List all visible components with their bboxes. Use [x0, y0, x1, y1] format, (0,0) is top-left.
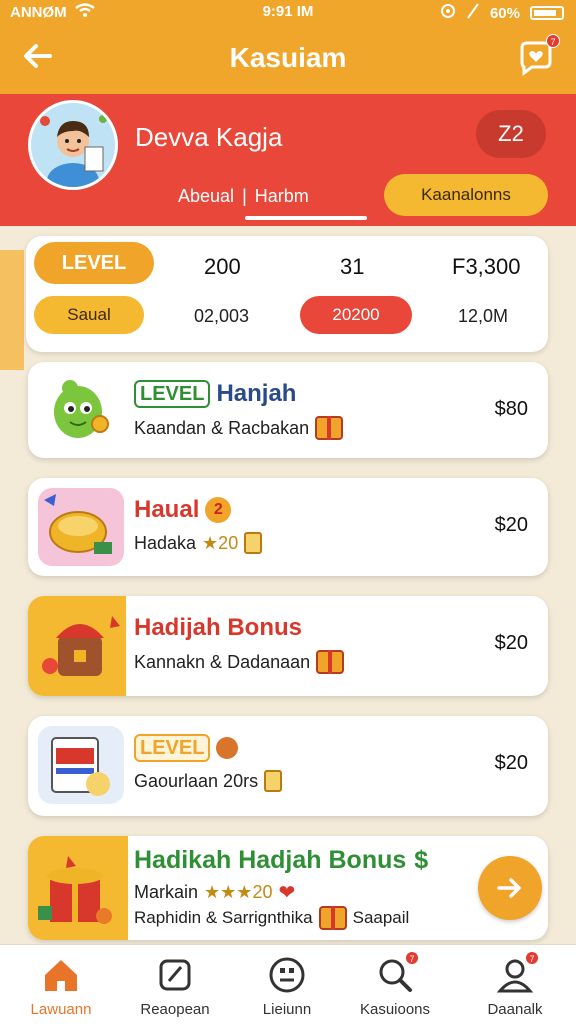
coin-icon — [264, 770, 283, 792]
tab-about[interactable]: Abeual — [178, 186, 234, 207]
featured-list-item[interactable]: Hadikah Hadjah Bonus $ Markain ★★★20 ❤ R… — [28, 836, 548, 940]
coin-icon — [216, 737, 239, 759]
item-title: Hadijah Bonus — [134, 614, 303, 641]
next-button[interactable] — [478, 856, 542, 920]
title-badge: 2 — [205, 497, 232, 523]
item-price: $20 — [494, 752, 528, 774]
nav-label: Lieiunn — [262, 1001, 312, 1018]
item-price: $20 — [494, 632, 528, 654]
level-tag: LEVEL — [134, 380, 211, 408]
profile-badge: 7 — [525, 951, 539, 965]
nav-search[interactable]: 7 Kasuioons — [340, 951, 450, 1018]
tab-harbm[interactable]: Harbm — [255, 186, 309, 207]
profile-name: Devva Kagja — [135, 122, 283, 152]
slot-machine-icon — [38, 726, 124, 804]
heart-icon: ❤ — [278, 882, 296, 904]
profile-icon: 7 — [495, 951, 539, 995]
treasure-icon — [38, 488, 124, 566]
avatar[interactable] — [28, 100, 118, 190]
location-icon — [440, 3, 456, 23]
highlight-pill[interactable]: 20200 — [300, 296, 412, 334]
item-title: Hadikah Hadjah Bonus — [134, 846, 407, 874]
nav-edit[interactable]: Reaopean — [120, 955, 230, 1018]
profile-tabs: Abeual | Harbm — [178, 186, 309, 207]
battery-icon — [530, 6, 564, 20]
green-monster-icon — [38, 372, 124, 450]
nav-label: Reaopean — [140, 1001, 210, 1018]
saual-pill[interactable]: Saual — [34, 296, 144, 334]
status-bar: ANNØM 9:91 IM 60% — [0, 0, 576, 24]
item-rating: ★20 — [202, 532, 239, 553]
page-title: Kasuiam — [229, 42, 347, 73]
gift-icon — [318, 906, 347, 930]
item-subtitle: Kaandan & Racbakan — [134, 417, 310, 438]
list-item[interactable]: LEVEL Hanjah Kaandan & Racbakan $80 — [28, 362, 548, 458]
profile-action-button[interactable]: Kaanalonns — [384, 174, 548, 216]
treasure-chest-icon — [28, 596, 126, 696]
gift-icon — [315, 416, 344, 440]
profile-banner: Devva Kagja Z2 Abeual | Harbm Kaanalonns — [0, 94, 576, 226]
item-price: $80 — [494, 398, 528, 420]
nav-grid[interactable]: Lieiunn — [232, 955, 342, 1018]
stat-value: 31 — [340, 254, 365, 279]
nav-label: Daanalk — [487, 1001, 543, 1018]
level-pill[interactable]: LEVEL — [34, 242, 154, 284]
profile-level-button[interactable]: Z2 — [476, 110, 546, 158]
dollar-icon: $ — [414, 846, 429, 874]
item-line3: Raphidin & Sarrignthika — [134, 908, 313, 927]
nav-label: Kasuioons — [359, 1001, 431, 1018]
signal-icon — [466, 3, 480, 23]
app-header: Kasuiam 7 — [0, 24, 576, 94]
battery-label: 60% — [489, 4, 520, 22]
item-rating: ★★★20 — [204, 882, 273, 902]
coin-icon — [244, 532, 263, 554]
item-subtitle: Gaourlaan 20rs — [134, 770, 259, 791]
stat-value: F3,300 — [452, 254, 521, 279]
item-line2: Markain — [134, 882, 199, 902]
search-icon: 7 — [375, 951, 419, 995]
stat-value: 200 — [204, 254, 241, 279]
nav-label: Lawuann — [30, 1001, 92, 1018]
stats-card: LEVEL 200 31 F3,300 Saual 02,003 20200 1… — [26, 236, 548, 352]
nav-profile[interactable]: 7 Daanalk — [460, 951, 570, 1018]
gift-pile-icon — [28, 836, 128, 940]
edit-icon — [155, 955, 195, 995]
home-icon — [41, 955, 81, 995]
grid-icon — [267, 955, 307, 995]
list-item[interactable]: Hadijah Bonus Kannakn & Dadanaan $20 — [28, 596, 548, 696]
search-badge: 7 — [405, 951, 419, 965]
arrow-right-icon — [497, 878, 521, 898]
level-tag: LEVEL — [134, 734, 211, 762]
item-line3-extra: Saapail — [352, 908, 410, 927]
item-title: Hanjah — [216, 380, 297, 407]
item-price: $20 — [494, 514, 528, 536]
active-tab-indicator — [245, 216, 367, 220]
item-subtitle: Kannakn & Dadanaan — [134, 651, 311, 672]
chat-button[interactable]: 7 — [518, 34, 560, 76]
stat-value: 02,003 — [194, 306, 250, 326]
list-item[interactable]: Haual 2 Hadaka ★20 $20 — [28, 478, 548, 576]
gift-icon — [316, 650, 345, 674]
chat-badge: 7 — [546, 34, 560, 48]
tab-divider: | — [242, 186, 247, 206]
nav-home[interactable]: Lawuann — [6, 955, 116, 1018]
list-item[interactable]: LEVEL Gaourlaan 20rs $20 — [28, 716, 548, 816]
item-subtitle: Hadaka — [134, 532, 197, 553]
stat-value: 12,0M — [458, 306, 509, 326]
bottom-nav: Lawuann Reaopean Lieiunn 7 Kasuioons 7 D… — [0, 944, 576, 1024]
side-decoration — [0, 250, 24, 370]
item-title: Haual — [134, 496, 200, 523]
